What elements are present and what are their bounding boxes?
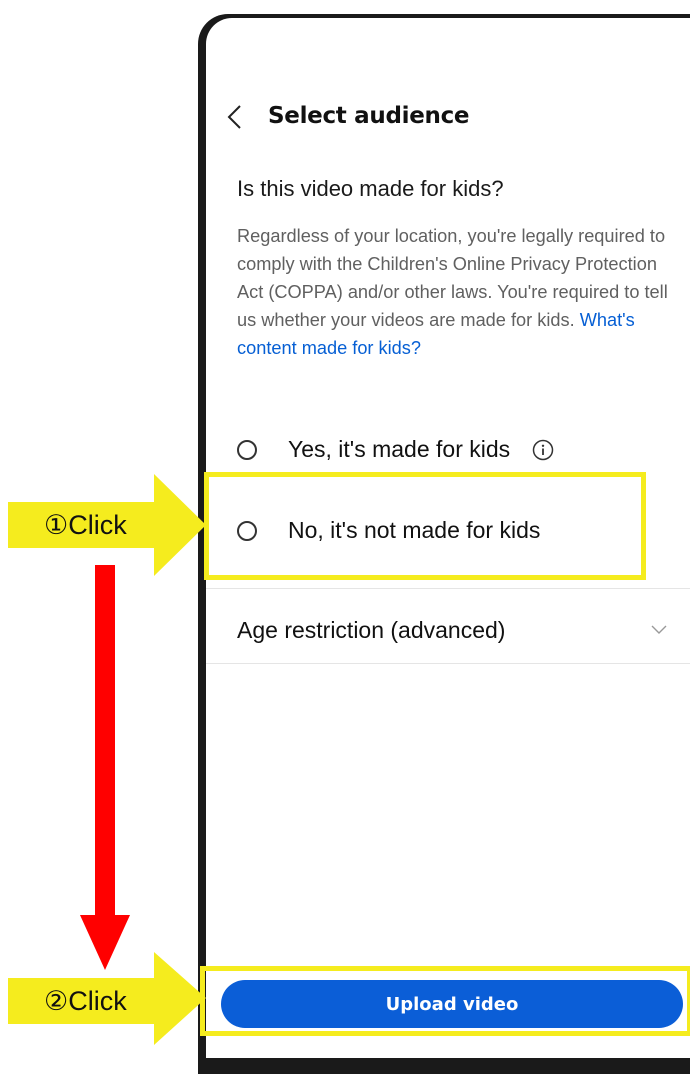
- yellow-arrow-icon: [154, 474, 206, 576]
- description: Regardless of your location, you're lega…: [237, 222, 677, 362]
- age-restriction-label: Age restriction (advanced): [237, 616, 506, 643]
- red-arrow-icon: [80, 565, 130, 970]
- step1-label: ①Click: [8, 502, 160, 548]
- age-restriction-row[interactable]: Age restriction (advanced): [237, 612, 667, 648]
- header: Select audience: [224, 96, 470, 136]
- chevron-left-icon: [227, 105, 241, 129]
- divider: [206, 588, 690, 589]
- question-heading: Is this video made for kids?: [237, 176, 504, 201]
- info-icon[interactable]: [532, 439, 554, 461]
- divider: [206, 663, 690, 664]
- radio-option-yes[interactable]: Yes, it's made for kids: [237, 436, 554, 463]
- highlight-box-step1: [204, 472, 646, 580]
- step2-label: ②Click: [8, 978, 160, 1024]
- chevron-down-icon: [651, 625, 667, 634]
- radio-button-yes[interactable]: [237, 439, 257, 460]
- option-label-yes: Yes, it's made for kids: [288, 436, 511, 462]
- page-title: Select audience: [268, 103, 470, 129]
- back-button[interactable]: [224, 96, 254, 136]
- yellow-arrow-icon: [154, 952, 206, 1045]
- highlight-box-step2: [200, 966, 690, 1036]
